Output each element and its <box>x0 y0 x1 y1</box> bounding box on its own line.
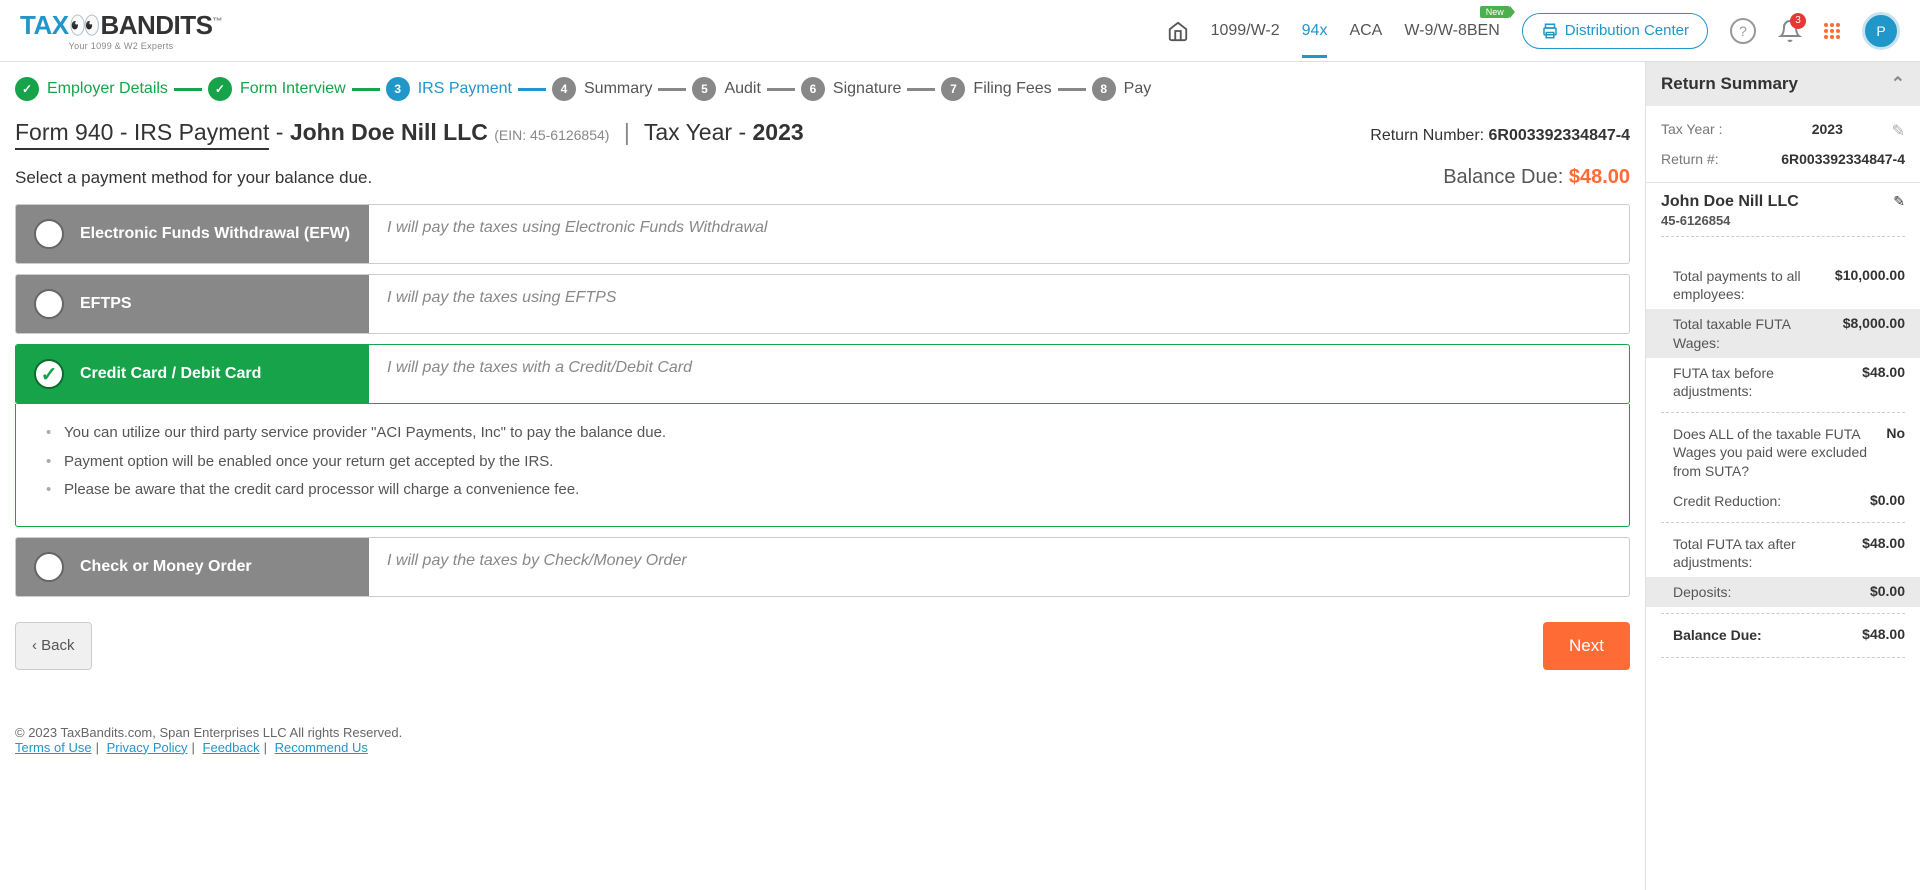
distribution-center-button[interactable]: Distribution Center <box>1522 13 1708 49</box>
form-nav-buttons: ‹ Back Next <box>15 622 1630 670</box>
edit-icon[interactable]: ✎ <box>1893 193 1905 210</box>
apps-icon[interactable] <box>1824 23 1840 39</box>
step-employer-details[interactable]: ✓Employer Details <box>15 77 168 101</box>
nav-1099-w2[interactable]: 1099/W-2 <box>1211 4 1280 58</box>
step-pay[interactable]: 8Pay <box>1092 77 1152 101</box>
step-irs-payment[interactable]: 3IRS Payment <box>386 77 512 101</box>
notification-count: 3 <box>1790 13 1806 29</box>
edit-icon[interactable]: ✎ <box>1892 121 1905 141</box>
radio-icon[interactable] <box>34 289 64 319</box>
step-audit[interactable]: 5Audit <box>692 77 760 101</box>
step-filing-fees[interactable]: 7Filing Fees <box>941 77 1051 101</box>
link-privacy[interactable]: Privacy Policy <box>107 740 188 755</box>
return-summary-panel: Return Summary ⌃ Tax Year : 2023✎ Return… <box>1645 62 1920 890</box>
footer: © 2023 TaxBandits.com, Span Enterprises … <box>15 725 1630 755</box>
detail-item: You can utilize our third party service … <box>46 422 1599 445</box>
link-terms[interactable]: Terms of Use <box>15 740 92 755</box>
detail-item: Payment option will be enabled once your… <box>46 451 1599 474</box>
radio-checked-icon[interactable] <box>34 359 64 389</box>
link-recommend[interactable]: Recommend Us <box>275 740 368 755</box>
radio-icon[interactable] <box>34 552 64 582</box>
company-ein: (EIN: 45-6126854) <box>494 127 609 143</box>
notifications-icon[interactable]: 3 <box>1778 19 1802 43</box>
radio-icon[interactable] <box>34 219 64 249</box>
collapse-icon[interactable]: ⌃ <box>1891 74 1905 94</box>
payment-option-check[interactable]: Check or Money Order I will pay the taxe… <box>15 537 1630 597</box>
page-title-row: Form 940 - IRS Payment - John Doe Nill L… <box>15 119 1630 146</box>
payment-option-efw[interactable]: Electronic Funds Withdrawal (EFW) I will… <box>15 204 1630 264</box>
link-feedback[interactable]: Feedback <box>203 740 260 755</box>
back-button[interactable]: ‹ Back <box>15 622 92 670</box>
payment-option-eftps[interactable]: EFTPS I will pay the taxes using EFTPS <box>15 274 1630 334</box>
balance-due: Balance Due: $48.00 <box>1443 166 1630 189</box>
summary-header: Return Summary ⌃ <box>1646 62 1920 106</box>
header-nav: 1099/W-2 94x ACA W-9/W-8BEN New Distribu… <box>1167 4 1900 58</box>
logo[interactable]: TAX👀BANDITS™ Your 1099 & W2 Experts <box>20 10 222 51</box>
step-signature[interactable]: 6Signature <box>801 77 902 101</box>
dist-center-label: Distribution Center <box>1565 22 1689 39</box>
nav-94x[interactable]: 94x <box>1302 4 1328 58</box>
step-form-interview[interactable]: ✓Form Interview <box>208 77 346 101</box>
chevron-left-icon: ‹ <box>32 637 41 654</box>
step-summary[interactable]: 4Summary <box>552 77 652 101</box>
page-title: Form 940 - IRS Payment - John Doe Nill L… <box>15 119 804 146</box>
company-name: John Doe Nill LLC <box>290 119 488 145</box>
tax-year: 2023 <box>753 119 804 145</box>
instruction-text: Select a payment method for your balance… <box>15 168 372 188</box>
nav-aca[interactable]: ACA <box>1349 4 1382 58</box>
summary-items: Total payments to all employees:$10,000.… <box>1646 255 1920 670</box>
avatar[interactable]: P <box>1862 12 1900 50</box>
nav-w9-label: W-9/W-8BEN <box>1404 22 1499 39</box>
copyright: © 2023 TaxBandits.com, Span Enterprises … <box>15 725 1630 740</box>
return-number: Return Number: 6R003392334847-4 <box>1370 127 1630 145</box>
main-content: ✓Employer Details ✓Form Interview 3IRS P… <box>0 62 1645 890</box>
next-button[interactable]: Next <box>1543 622 1630 670</box>
printer-icon <box>1541 22 1559 40</box>
new-badge: New <box>1480 6 1510 18</box>
nav-w9-w8ben[interactable]: W-9/W-8BEN New <box>1404 4 1499 58</box>
payment-option-card[interactable]: Credit Card / Debit Card I will pay the … <box>15 344 1630 404</box>
top-header: TAX👀BANDITS™ Your 1099 & W2 Experts 1099… <box>0 0 1920 62</box>
progress-steps: ✓Employer Details ✓Form Interview 3IRS P… <box>15 77 1630 101</box>
logo-subtitle: Your 1099 & W2 Experts <box>20 41 222 51</box>
detail-item: Please be aware that the credit card pro… <box>46 479 1599 502</box>
home-icon[interactable] <box>1167 20 1189 42</box>
instruction-row: Select a payment method for your balance… <box>15 166 1630 189</box>
summary-company: John Doe Nill LLC <box>1661 193 1799 211</box>
card-details-panel: You can utilize our third party service … <box>15 404 1630 527</box>
help-icon[interactable]: ? <box>1730 18 1756 44</box>
summary-ein: 45-6126854 <box>1661 213 1799 228</box>
